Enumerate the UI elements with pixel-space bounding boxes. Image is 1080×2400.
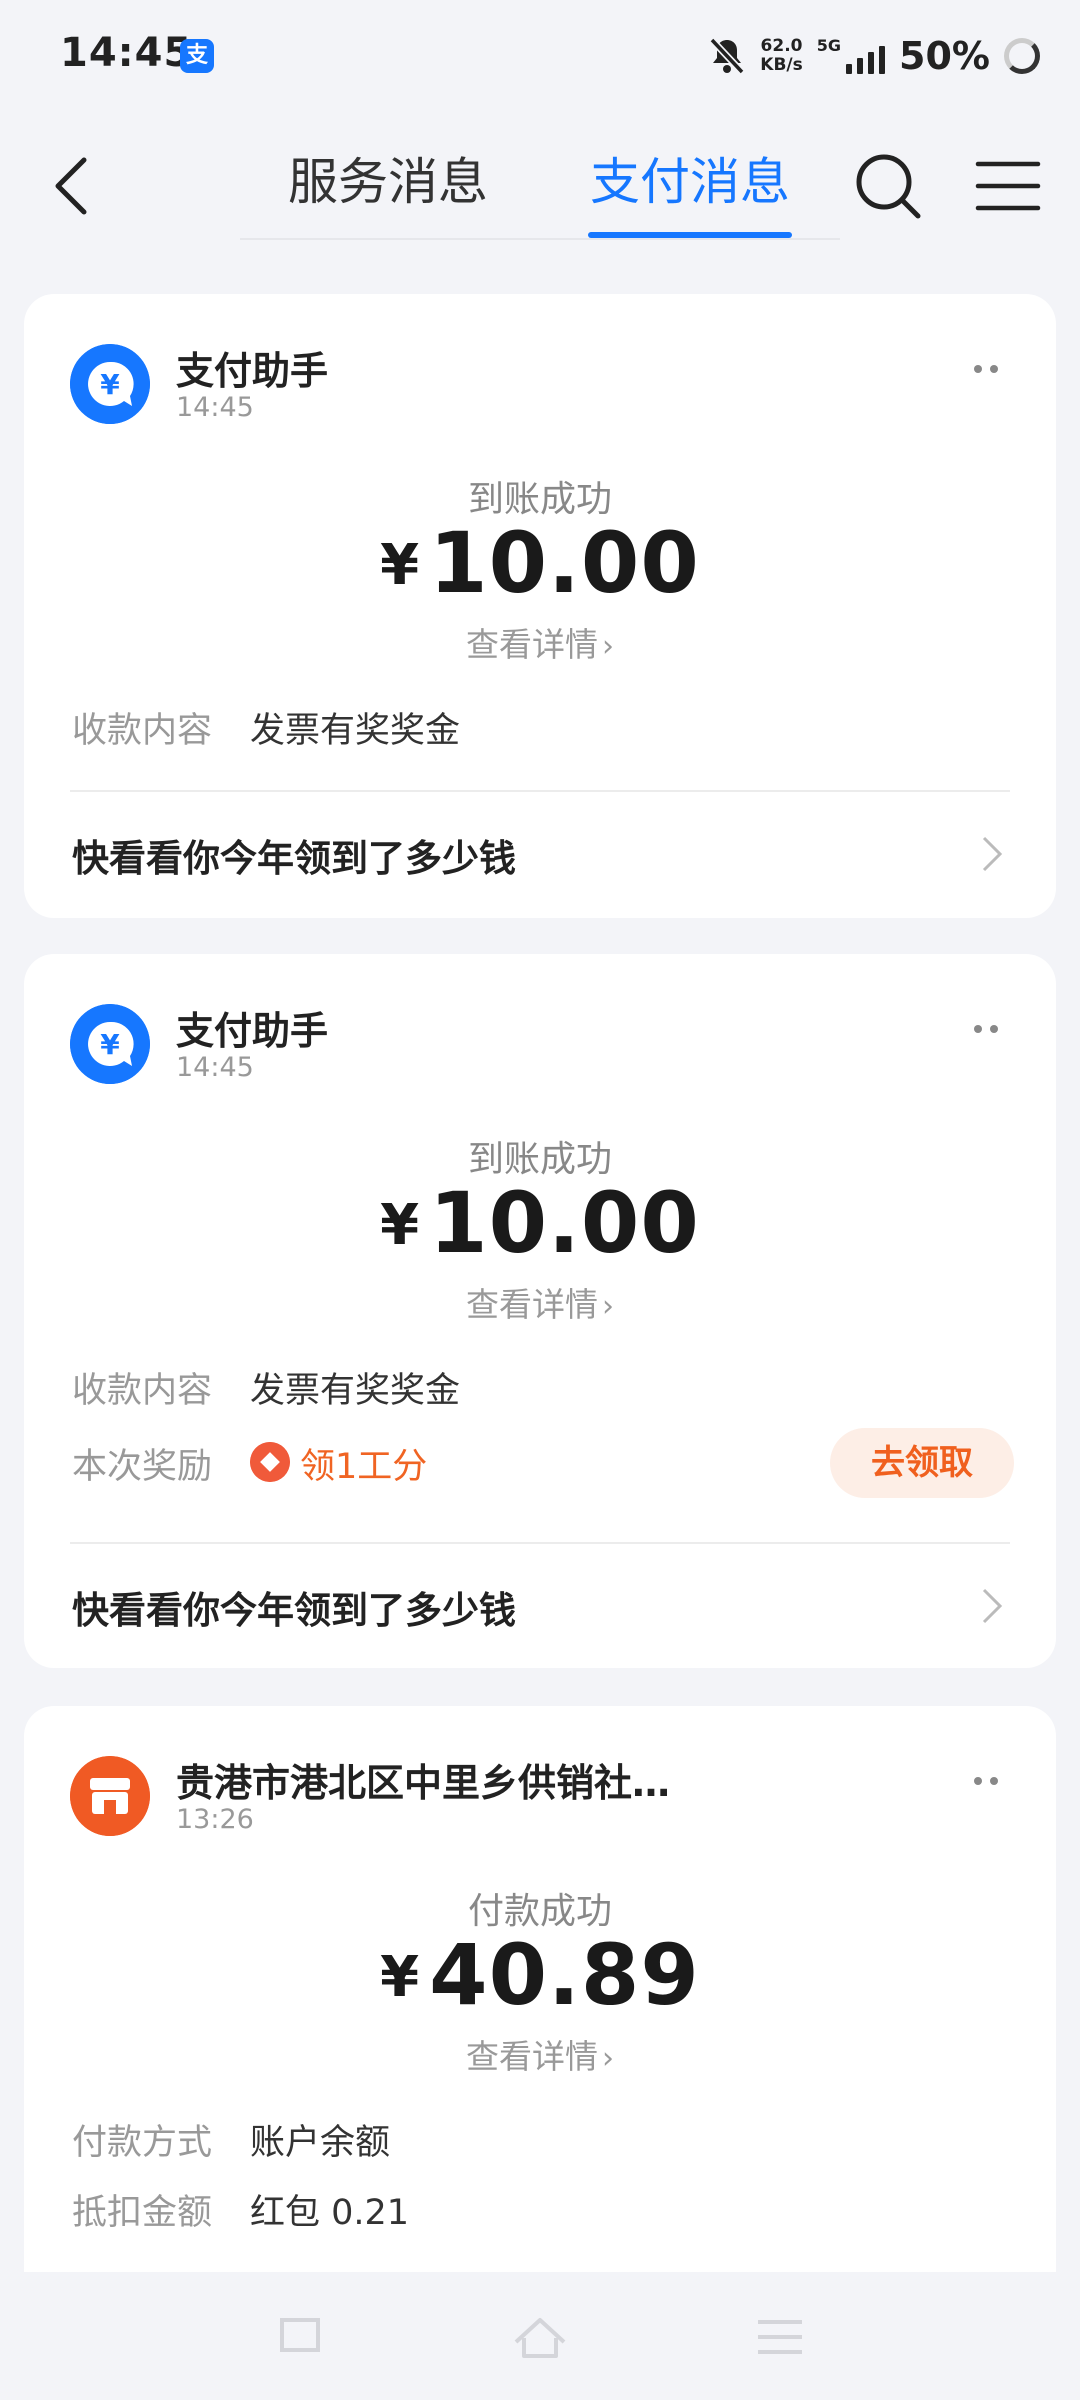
amount-value: 10.00 — [429, 514, 700, 612]
battery-ring-icon — [1004, 38, 1040, 74]
transaction-amount: ¥10.00 — [24, 514, 1056, 612]
promo-link[interactable]: 快看看你今年领到了多少钱 — [72, 1580, 516, 1634]
row-label: 抵扣金额 — [72, 2193, 213, 2233]
currency-symbol: ¥ — [380, 1945, 420, 2010]
reward-label: 本次奖励 — [72, 1447, 213, 1487]
system-nav-bar — [0, 2272, 1080, 2400]
currency-symbol: ¥ — [380, 533, 420, 598]
mute-bell-icon — [709, 37, 745, 75]
chevron-right-icon — [982, 836, 1003, 872]
menu-icon[interactable] — [750, 2312, 810, 2362]
promo-link[interactable]: 快看看你今年领到了多少钱 — [72, 828, 516, 882]
amount-value: 40.89 — [429, 1926, 700, 2024]
chevron-right-icon: › — [602, 2041, 614, 2076]
network-type: 5G — [816, 36, 842, 55]
row-label: 收款内容 — [72, 711, 213, 751]
battery-percent: 50% — [899, 34, 990, 78]
view-details-link[interactable]: 查看详情 › — [24, 618, 1056, 666]
sender-name: 贵港市港北区中里乡供销社… — [176, 1761, 671, 1805]
row-value: 发票有奖奖金 — [250, 711, 461, 751]
card-divider — [70, 790, 1010, 792]
message-card[interactable]: ¥ 支付助手 14:45 到账成功 ¥10.00 查看详情 › 收款内容 发票有奖… — [24, 954, 1056, 1668]
chevron-right-icon: › — [602, 629, 614, 664]
transaction-amount: ¥40.89 — [24, 1926, 1056, 2024]
search-icon[interactable] — [852, 150, 924, 222]
view-details-label: 查看详情 — [466, 2037, 598, 2076]
points-reward-icon — [250, 1442, 290, 1482]
network-speed-unit: KB/s — [760, 55, 803, 75]
payment-assistant-avatar-icon: ¥ — [70, 1004, 150, 1084]
message-time: 13:26 — [176, 1804, 254, 1835]
row-value: 账户余额 — [250, 2123, 391, 2163]
currency-symbol: ¥ — [380, 1193, 420, 1258]
view-details-link[interactable]: 查看详情 › — [24, 2030, 1056, 2078]
status-time: 14:45 — [60, 30, 193, 76]
svg-text:¥: ¥ — [100, 1028, 120, 1061]
back-arrow-icon[interactable] — [40, 150, 110, 220]
chevron-right-icon: › — [602, 1289, 614, 1324]
view-details-link[interactable]: 查看详情 › — [24, 1278, 1056, 1326]
alipay-notification-icon: 支 — [180, 39, 214, 73]
row-value: 发票有奖奖金 — [250, 1371, 461, 1411]
message-time: 14:45 — [176, 392, 254, 423]
tab-service-messages[interactable]: 服务消息 — [288, 142, 488, 214]
more-options-icon[interactable] — [956, 1014, 1016, 1044]
more-options-icon[interactable] — [956, 1766, 1016, 1796]
message-card[interactable]: ¥ 支付助手 14:45 到账成功 ¥10.00 查看详情 › 收款内容 发票有奖… — [24, 294, 1056, 918]
svg-text:¥: ¥ — [100, 368, 120, 401]
network-speed-value: 62.0 — [760, 36, 803, 56]
payment-assistant-avatar-icon: ¥ — [70, 344, 150, 424]
row-label: 付款方式 — [72, 2123, 213, 2163]
more-options-icon[interactable] — [956, 354, 1016, 384]
status-indicators: 62.0 KB/s 5G 50% — [708, 32, 1040, 80]
tab-divider — [240, 238, 840, 240]
sender-name: 支付助手 — [176, 349, 329, 393]
transaction-amount: ¥10.00 — [24, 1174, 1056, 1272]
row-label: 收款内容 — [72, 1371, 213, 1411]
view-details-label: 查看详情 — [466, 625, 598, 664]
claim-reward-button[interactable]: 去领取 — [830, 1428, 1014, 1498]
chevron-right-icon — [982, 1588, 1003, 1624]
top-nav: 服务消息 支付消息 — [0, 120, 1080, 250]
message-time: 14:45 — [176, 1052, 254, 1083]
tab-payment-messages[interactable]: 支付消息 — [590, 142, 790, 214]
menu-icon[interactable] — [975, 158, 1041, 214]
amount-value: 10.00 — [429, 1174, 700, 1272]
view-details-label: 查看详情 — [466, 1285, 598, 1324]
signal-strength-icon: 5G — [816, 36, 886, 74]
card-divider — [70, 1542, 1010, 1544]
store-avatar-icon — [70, 1756, 150, 1836]
network-speed: 62.0 KB/s — [760, 37, 802, 75]
recent-apps-icon[interactable] — [272, 2312, 332, 2362]
home-icon[interactable] — [510, 2312, 570, 2362]
row-value: 红包 0.21 — [250, 2193, 410, 2233]
reward-value: 领1工分 — [300, 1447, 428, 1487]
status-bar: 14:45 支 62.0 KB/s 5G 50% — [0, 0, 1080, 110]
sender-name: 支付助手 — [176, 1009, 329, 1053]
